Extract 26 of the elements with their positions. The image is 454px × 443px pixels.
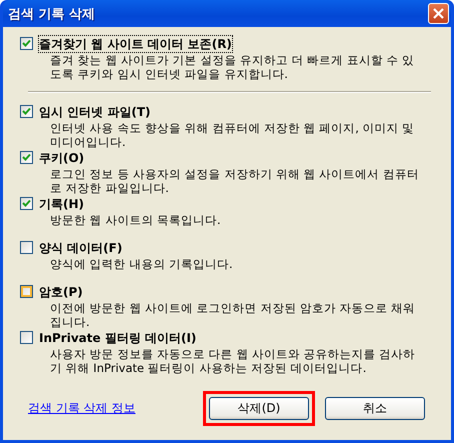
- option-description: 즐겨 찾는 웹 사이트가 기본 설정을 유지하고 더 빠르게 표시할 수 있도록 쿠키와 임시 인터넷 파일을 유지합니다.: [49, 53, 416, 81]
- window-title: 검색 기록 삭제: [8, 6, 96, 22]
- option-label[interactable]: 쿠키(O): [38, 149, 86, 167]
- option-description: 양식에 입력한 내용의 기록입니다.: [49, 257, 234, 271]
- checkbox[interactable]: [20, 197, 33, 210]
- option-label[interactable]: 임시 인터넷 파일(T): [38, 103, 152, 121]
- option-description: 인터넷 사용 속도 향상을 위해 컴퓨터에 저장한 웹 페이지, 이미지 및 미디어입니다.: [49, 121, 416, 149]
- checkbox[interactable]: [20, 241, 33, 254]
- checkbox[interactable]: [20, 37, 33, 50]
- option-label[interactable]: 암호(P): [38, 283, 84, 301]
- dialog-button[interactable]: 취소: [325, 397, 425, 420]
- option-label[interactable]: InPrivate 필터링 데이터(I): [38, 329, 198, 347]
- option-description: 이전에 방문한 웹 사이트에 로그인하면 저장된 암호가 자동으로 채워집니다.: [49, 301, 416, 329]
- dialog-button[interactable]: 삭제(D): [209, 397, 309, 420]
- option-label[interactable]: 양식 데이터(F): [38, 239, 124, 257]
- checkbox[interactable]: [20, 331, 33, 344]
- option-description: 로그인 정보 등 사용자의 설정을 저장하기 위해 웹 사이트에서 컴퓨터로 저장한 파일입니다.: [49, 167, 420, 195]
- checkbox[interactable]: [20, 151, 33, 164]
- option-label[interactable]: 즐겨찾기 웹 사이트 데이터 보존(R): [38, 35, 233, 53]
- option-description: 방문한 웹 사이트의 목록입니다.: [49, 213, 222, 227]
- option-description: 사용자 방문 정보를 자동으로 다른 웹 사이트와 공유하는지를 검사하기 위해 InPrivate 필터링이 사용하는 저장된 데이터입니다.: [49, 347, 416, 375]
- option-label[interactable]: 기록(H): [38, 195, 86, 213]
- info-link[interactable]: 검색 기록 삭제 정보: [28, 400, 136, 417]
- checkbox[interactable]: [20, 105, 33, 118]
- close-button[interactable]: [428, 3, 449, 24]
- close-icon: [432, 7, 445, 20]
